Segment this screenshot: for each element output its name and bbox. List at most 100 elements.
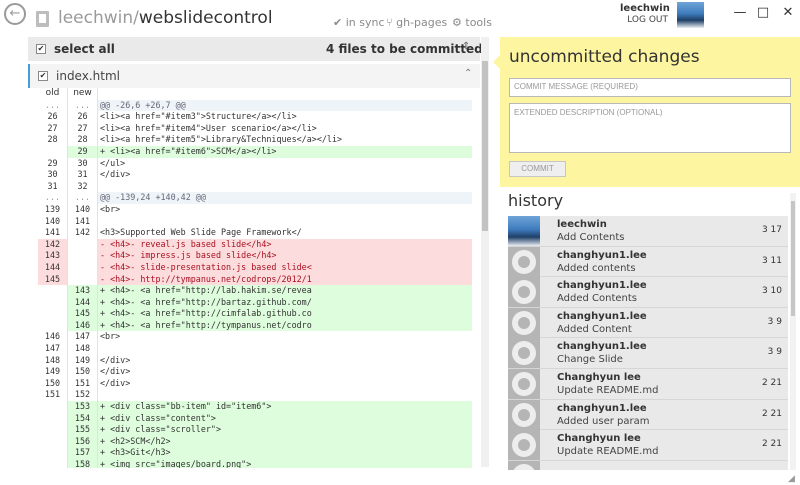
new-line-number [68, 273, 98, 286]
title-bar: ← leechwin/webslidecontrol ✔ in sync ⑂ g… [0, 0, 800, 36]
diff-line: 142 - <h4>- reveal.js based slide</h4> [38, 238, 472, 251]
old-line-number: 27 [38, 122, 68, 135]
commit-button[interactable]: COMMIT [509, 161, 566, 177]
repo-name[interactable]: webslidecontrol [139, 8, 273, 28]
diff-view[interactable]: old new...... @@ -26,6 +26,7 @@ 26 26 <li><a… [38, 88, 472, 468]
select-all-label[interactable]: select all [54, 42, 115, 56]
author-avatar [508, 216, 540, 246]
history-author: leechwin [557, 219, 607, 230]
diff-line-content: + <div class="bb-item" id="item6"> [98, 401, 472, 413]
diff-line: 148 149 </div> [38, 354, 472, 367]
old-line-number [38, 412, 68, 425]
new-line-number: 157 [68, 447, 98, 459]
diff-line: 157 + <h3>Git</h3> [38, 447, 472, 459]
new-line-number: 145 [68, 308, 98, 320]
history-item[interactable]: changhyun1.lee Added user param 2 21 [508, 399, 788, 431]
diff-line-content: + <h4>- <a href="http://tympanus.net/cod… [98, 319, 472, 332]
resize-grip-icon[interactable]: ◢ [788, 474, 795, 484]
history-item[interactable] [508, 460, 788, 470]
history-item[interactable]: Changhyun lee Update README.md 2 21 [508, 368, 788, 400]
old-line-number: 26 [38, 111, 68, 123]
diff-line: 143 + <h4>- <a href="http://lab.hakim.se/… [38, 285, 472, 297]
history-date: 2 21 [761, 408, 782, 419]
close-button[interactable]: ✕ [781, 5, 795, 20]
diff-line: 26 26 <li><a href="#item3">Structure</a><… [38, 111, 472, 123]
logout-link[interactable]: LOG OUT [620, 15, 668, 25]
new-line-number: 158 [68, 459, 98, 468]
new-line-number [68, 261, 98, 274]
gear-icon: ⚙ [452, 16, 462, 29]
file-name[interactable]: index.html [56, 69, 120, 83]
back-arrow-icon[interactable]: ← [4, 3, 26, 25]
commit-description-input[interactable]: EXTENDED DESCRIPTION (OPTIONAL) [509, 103, 791, 153]
tools-label: tools [465, 16, 492, 29]
commit-message-input[interactable]: COMMIT MESSAGE (REQUIRED) [509, 78, 791, 97]
diff-line: 143 - <h4>- impress.js based slide</h4> [38, 250, 472, 262]
diff-scrollbar-thumb[interactable] [482, 61, 488, 231]
select-all-checkbox[interactable]: ✔ [36, 44, 46, 54]
history-scrollbar-thumb[interactable] [791, 201, 795, 316]
history-list[interactable]: leechwin Add Contents 3 17 changhyun1.lee Ad… [508, 216, 788, 470]
history-author: Changhyun lee [557, 371, 641, 383]
diff-line-content: + <h2>SCM</h2> [98, 435, 472, 448]
history-author: changhyun1.lee [557, 341, 647, 353]
diff-line-content: + <h4>- <a href="http://bartaz.github.co… [98, 296, 472, 309]
sync-status[interactable]: ✔ in sync [333, 16, 385, 29]
old-line-number: 151 [38, 389, 68, 402]
diff-line: 155 + <div class="scroller"> [38, 424, 472, 436]
changes-panel: ✔ select all 4 files to be committed ⇕ ✔… [28, 37, 483, 468]
diff-line: 145 - <h4>- http://tympanus.net/codrops/2… [38, 273, 472, 286]
old-line-number: old [38, 88, 68, 100]
branch-selector[interactable]: ⑂ gh-pages [386, 16, 447, 29]
diff-line-content: + <h3>Git</h3> [98, 447, 472, 459]
diff-column-header: old new [38, 88, 472, 100]
diff-line-content: <br> [100, 331, 121, 342]
new-line-number: 150 [68, 366, 98, 378]
history-item[interactable]: changhyun1.lee Added contents 3 11 [508, 246, 788, 278]
history-scrollbar[interactable] [790, 193, 796, 470]
new-line-number: new [68, 88, 98, 100]
history-author: changhyun1.lee [557, 310, 647, 322]
new-line-number: 31 [68, 169, 98, 181]
old-line-number [38, 459, 68, 468]
chevron-updown-icon[interactable]: ⇕ [462, 41, 470, 52]
diff-line-content [98, 181, 472, 193]
diff-line: 31 32 [38, 180, 472, 193]
history-item[interactable]: changhyun1.lee Added Content 3 9 [508, 307, 788, 339]
new-line-number: 142 [68, 227, 98, 239]
diff-line-content: @@ -139,24 +140,42 @@ [98, 192, 472, 204]
history-item[interactable]: leechwin Add Contents 3 17 [508, 216, 788, 247]
history-message: Added Contents [557, 293, 638, 305]
old-line-number: 29 [38, 157, 68, 170]
minimize-button[interactable]: — [733, 5, 747, 20]
tools-menu[interactable]: ⚙ tools [452, 16, 492, 29]
history-item[interactable]: changhyun1.lee Added Contents 3 10 [508, 277, 788, 308]
octocat-shape [512, 463, 536, 470]
diff-line: 146 147 <br> [38, 331, 472, 344]
new-line-number: 30 [68, 157, 98, 170]
diff-line: 147 148 [38, 343, 472, 355]
collapse-icon[interactable]: ⌃ [464, 68, 472, 79]
history-author: Changhyun lee [557, 433, 641, 445]
file-checkbox[interactable]: ✔ [38, 71, 48, 81]
new-line-number [68, 238, 98, 251]
history-message: Update README.md [557, 446, 659, 458]
octocat-shape [512, 280, 536, 305]
diff-line: 153 + <div class="bb-item" id="item6"> [38, 401, 472, 413]
octocat-shape [512, 433, 536, 458]
maximize-button[interactable]: □ [756, 5, 770, 20]
new-line-number: 143 [68, 285, 98, 297]
user-avatar[interactable] [677, 2, 704, 28]
old-line-number: ... [38, 99, 68, 112]
repo-owner[interactable]: leechwin [58, 8, 133, 28]
octocat-shape [512, 249, 536, 274]
diff-line-content: </div> [100, 354, 131, 365]
commit-panel: uncommitted changes COMMIT MESSAGE (REQU… [493, 37, 800, 187]
diff-scrollbar[interactable] [481, 37, 489, 467]
diff-line-content: - <h4>- impress.js based slide</h4> [98, 250, 472, 262]
history-item[interactable]: changhyun1.lee Change Slide 3 9 [508, 338, 788, 369]
diff-hunk-header: ...... @@ -139,24 +140,42 @@ [38, 192, 472, 204]
new-line-number: 151 [68, 377, 98, 390]
history-item[interactable]: Changhyun lee Update README.md 2 21 [508, 430, 788, 461]
file-header[interactable]: ✔ index.html ⌃ [28, 64, 480, 88]
